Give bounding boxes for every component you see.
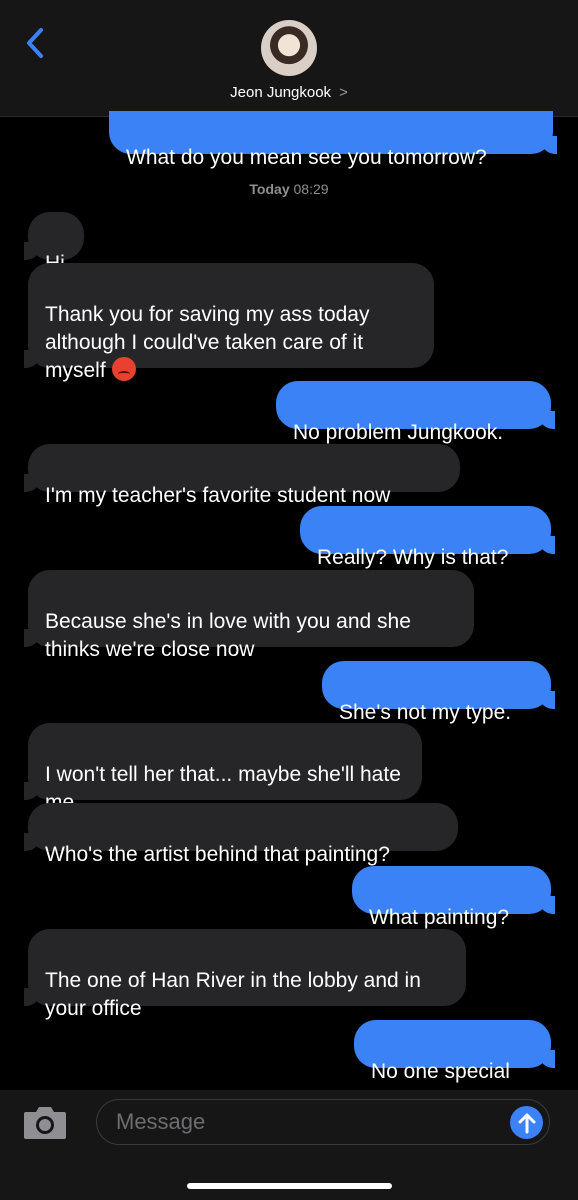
home-indicator[interactable] <box>187 1183 392 1189</box>
chevron-left-icon <box>27 28 43 58</box>
message-bubble-incoming[interactable]: I'm my teacher's favorite student now <box>24 444 460 507</box>
conversation-timestamp: Today 08:29 <box>0 181 578 197</box>
contact-name: Jeon Jungkook <box>230 84 332 101</box>
arrow-up-icon <box>518 1113 535 1133</box>
conversation-header: Jeon Jungkook > <box>0 0 578 117</box>
message-text: Really? Why is that? <box>317 546 509 569</box>
timestamp-time: 08:29 <box>293 181 329 197</box>
message-bubble-incoming[interactable]: I won't tell her that... maybe she'll ha… <box>24 723 422 814</box>
message-text: She's not my type. <box>339 701 512 724</box>
message-text: Because she's in love with you and she t… <box>45 610 411 661</box>
message-text: Thank you for saving my ass today althou… <box>45 303 370 382</box>
message-bubble-outgoing[interactable]: No one special <box>354 1020 555 1083</box>
camera-icon <box>24 1107 66 1139</box>
message-bubble-outgoing[interactable]: She's not my type. <box>322 661 555 724</box>
message-text: What painting? <box>369 906 510 929</box>
chevron-right-icon: > <box>339 84 348 101</box>
message-bubble-outgoing[interactable]: What do you mean see you tomorrow? <box>109 111 557 169</box>
message-bubble-incoming[interactable]: Because she's in love with you and she t… <box>24 570 474 661</box>
message-bubble-outgoing[interactable]: What painting? <box>352 866 555 929</box>
message-text: Who's the artist behind that painting? <box>45 843 390 866</box>
angry-face-emoji-icon <box>111 357 136 381</box>
message-bubble-incoming[interactable]: Who's the artist behind that painting? <box>24 803 458 866</box>
message-text: No one special <box>371 1060 510 1083</box>
message-text: What do you mean see you tomorrow? <box>126 146 487 169</box>
message-text: No problem Jungkook. <box>293 421 504 444</box>
message-bubble-incoming[interactable]: Thank you for saving my ass today althou… <box>24 263 434 382</box>
contact-name-row[interactable]: Jeon Jungkook > <box>0 84 578 101</box>
message-bubble-incoming[interactable]: Hi <box>24 212 84 275</box>
message-bubble-outgoing[interactable]: No problem Jungkook. <box>276 381 555 444</box>
message-bubble-outgoing[interactable]: Really? Why is that? <box>300 506 555 569</box>
timestamp-day: Today <box>249 181 290 197</box>
message-input[interactable] <box>96 1099 550 1145</box>
message-text: I'm my teacher's favorite student now <box>45 484 391 507</box>
message-text: The one of Han River in the lobby and in… <box>45 969 421 1020</box>
camera-button[interactable] <box>22 1103 68 1141</box>
contact-avatar[interactable] <box>261 20 317 76</box>
message-bubble-incoming[interactable]: The one of Han River in the lobby and in… <box>24 929 466 1020</box>
back-button[interactable] <box>18 26 52 60</box>
send-button[interactable] <box>510 1106 543 1139</box>
